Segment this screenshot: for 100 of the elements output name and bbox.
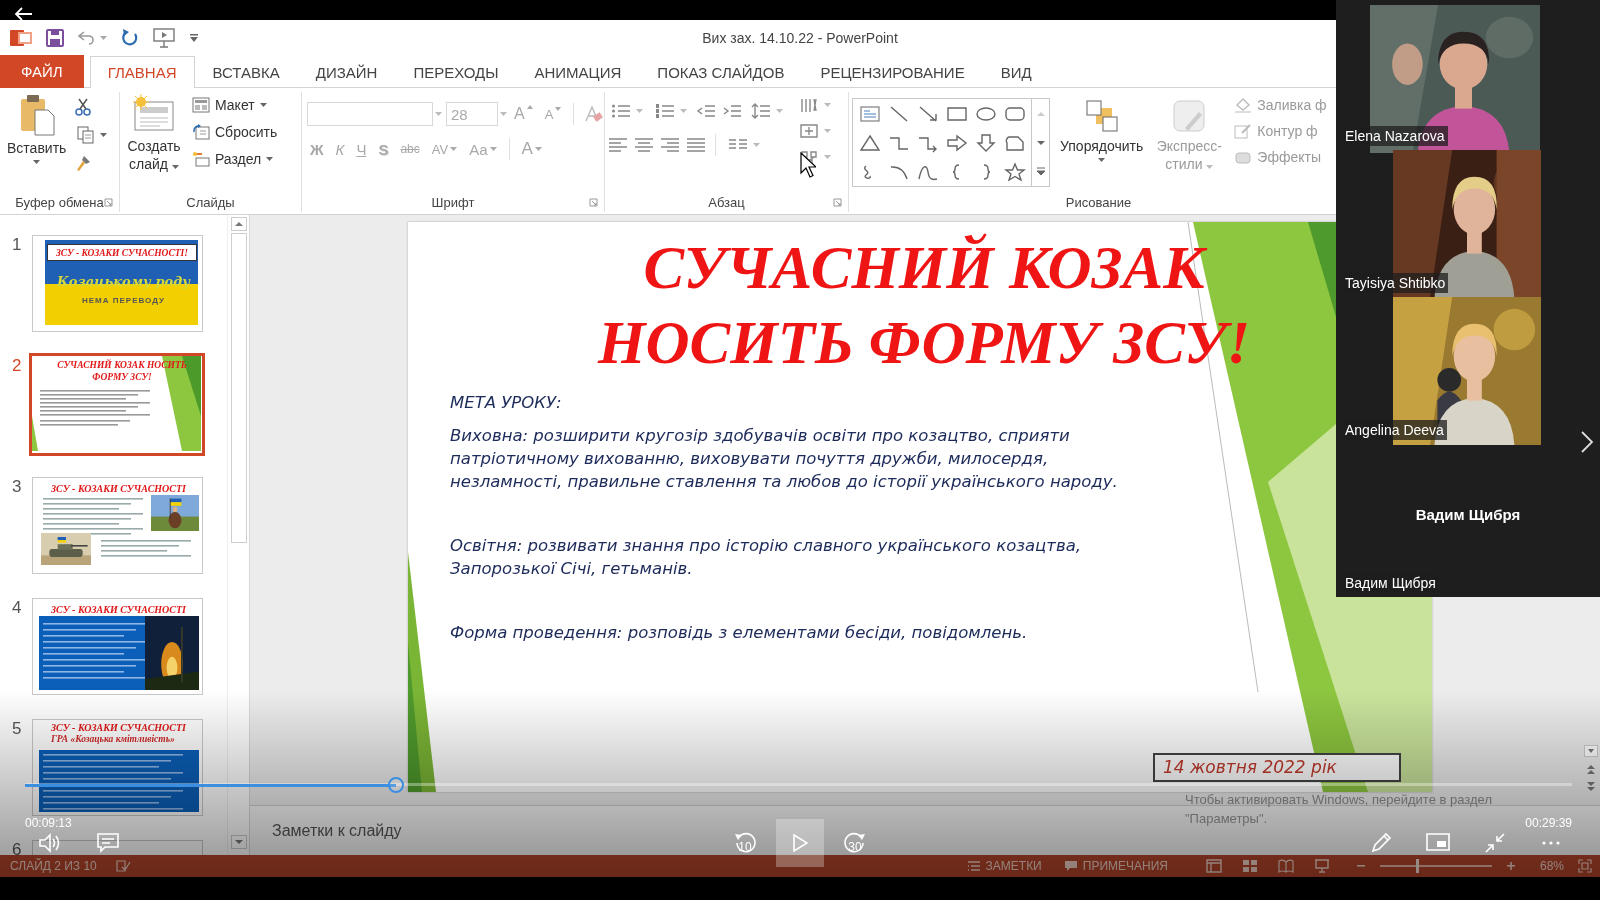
spell-check-icon[interactable]	[114, 859, 131, 873]
caret-icon	[534, 147, 542, 151]
thumbnail-caption: НЕМА ПЕРЕВОДУ	[81, 296, 166, 305]
reset-button[interactable]: Сбросить	[189, 123, 281, 141]
save-icon[interactable]	[46, 28, 64, 47]
caret-icon	[776, 109, 783, 113]
slideshow-icon[interactable]	[153, 27, 175, 48]
align-text-icon	[799, 123, 819, 139]
slide-number: 3	[11, 477, 23, 497]
ribbon-tab[interactable]: ПОКАЗ СЛАЙДОВ	[639, 56, 803, 88]
chevron-right-icon[interactable]	[1580, 430, 1594, 454]
paste-button[interactable]: Вставить	[3, 92, 71, 166]
pencil-outline-icon	[1234, 123, 1253, 139]
scroll-up-icon[interactable]	[230, 217, 247, 231]
slide-paragraph: Освітня: розвивати знання про історію славного українського козацтва, Запорозької Січі, гетьманів.	[450, 535, 1082, 580]
dialog-launcher-icon[interactable]	[104, 197, 113, 207]
volume-icon[interactable]	[38, 832, 62, 854]
format-painter-icon[interactable]	[74, 154, 93, 172]
ribbon-tab[interactable]: РЕЦЕНЗИРОВАНИЕ	[802, 56, 983, 88]
slide-number: 4	[11, 598, 23, 618]
ribbon-tab[interactable]: АНИМАЦИЯ	[516, 56, 640, 88]
ribbon-tab[interactable]: ВИД	[982, 56, 1050, 88]
effects-icon	[1234, 149, 1253, 165]
justify-icon[interactable]	[686, 137, 706, 153]
quick-styles-icon	[1171, 98, 1208, 134]
scroll-down-icon[interactable]	[1584, 745, 1598, 757]
shrink-icon[interactable]	[1484, 832, 1506, 854]
clipboard-icon[interactable]	[18, 94, 55, 136]
triangle-shape-icon[interactable]	[857, 132, 882, 153]
dialog-launcher-icon[interactable]	[833, 197, 842, 207]
smartart-icon	[799, 149, 819, 165]
caret-icon	[171, 165, 179, 169]
new-slide-icon	[132, 94, 176, 134]
slide-number: 5	[11, 719, 23, 739]
notes-field[interactable]: Заметки к слайду	[270, 820, 670, 841]
align-right-icon[interactable]	[660, 137, 680, 153]
caret-icon	[100, 35, 107, 40]
participant-name: Вадим Щибря	[1415, 506, 1521, 523]
slideshow-view-icon[interactable]	[1313, 859, 1330, 873]
captions-icon[interactable]	[96, 832, 120, 854]
textbox-shape-icon[interactable]	[857, 103, 882, 124]
group-label: Слайды	[186, 194, 235, 210]
play-button[interactable]	[776, 819, 824, 867]
redo-icon[interactable]	[121, 28, 139, 47]
slide-number: 1	[11, 235, 23, 255]
picture-in-picture-icon[interactable]	[1426, 832, 1450, 852]
group-label: Шрифт	[431, 194, 475, 210]
rewind-button[interactable]: 10	[721, 819, 769, 867]
align-center-icon[interactable]	[634, 137, 654, 153]
zoom-in-icon[interactable]	[1505, 861, 1516, 871]
section-button[interactable]: Раздел	[189, 150, 281, 168]
ribbon-tab[interactable]: ДИЗАЙН	[297, 56, 396, 88]
caret-icon	[259, 103, 267, 107]
up-caret-icon	[526, 105, 533, 109]
forward-button[interactable]: 30	[831, 819, 879, 867]
slide-thumbnail[interactable]: ЗСУ - КОЗАКИ СУЧАСНОСТІ	[32, 598, 203, 695]
participant-name: Tayisiya Shtibko	[1342, 273, 1449, 293]
cursor-icon	[800, 152, 816, 178]
comments-button[interactable]: ПРИМЕЧАНИЯ	[1063, 859, 1168, 873]
layout-button[interactable]: Макет	[189, 96, 281, 114]
play-icon	[792, 834, 808, 852]
dialog-launcher-icon[interactable]	[589, 197, 598, 207]
star-shape-icon[interactable]	[1002, 161, 1027, 182]
slide-thumbnail[interactable]: ЗСУ - КОЗАКИ СУЧАСНОСТІ	[32, 477, 203, 574]
activation-notice: Чтобы активировать Windows, перейдите в раздел "Параметры".	[1185, 791, 1492, 828]
reset-icon	[192, 124, 210, 140]
slide-thumbnail[interactable]: ЗСУ - КОЗАКИ СУЧАСНОСТІ ГРА «Козацька кмітливість»	[32, 719, 203, 816]
cut-icon[interactable]	[74, 98, 93, 116]
new-slide-button[interactable]: Создать слайд	[123, 92, 185, 175]
slide-paragraph: Форма проведення: розповідь з елементами бесіди, повідомлень.	[450, 622, 1028, 644]
progress-handle[interactable]	[388, 777, 405, 793]
file-tab[interactable]: ФАЙЛ	[0, 55, 84, 88]
customize-caret-icon[interactable]	[189, 32, 199, 43]
pen-icon[interactable]	[1370, 832, 1392, 854]
right-arrow-shape-icon[interactable]	[944, 132, 969, 153]
slide-sorter-icon[interactable]	[1241, 859, 1258, 873]
reading-view-icon[interactable]	[1277, 859, 1294, 873]
slide-paragraph: Виховна: розширити кругозір здобувачів освіти про козацтво, сприяти патріотичному вихованню, виховувати почуття дружби, милосердя, незламності, правильне ставлення та любов до історії українського народу.	[450, 425, 1118, 493]
text-direction-icon	[799, 97, 819, 113]
numbering-icon	[655, 103, 675, 119]
align-left-icon[interactable]	[608, 137, 628, 153]
ribbon-tab[interactable]: ГЛАВНАЯ	[89, 56, 195, 88]
scroll-down-icon[interactable]	[230, 835, 247, 849]
increase-indent-icon[interactable]	[722, 103, 742, 119]
notes-button[interactable]: ЗАМЕТКИ	[966, 859, 1042, 873]
undo-icon[interactable]	[78, 30, 96, 45]
thumbnail-title: ЗСУ - КОЗАКИ СУЧАСНОСТІ	[51, 722, 186, 733]
ribbon-tab[interactable]: ПЕРЕХОДЫ	[395, 56, 517, 88]
ribbon-tab[interactable]: ВСТАВКА	[194, 56, 298, 88]
scrollbar-thumb[interactable]	[230, 233, 247, 543]
app-logo-icon[interactable]	[10, 27, 32, 48]
arrange-button[interactable]: Упорядочить	[1056, 92, 1148, 164]
slide-number: 6	[11, 840, 23, 855]
slider-thumb[interactable]	[1415, 859, 1419, 873]
back-icon[interactable]	[14, 6, 34, 22]
decrease-indent-icon[interactable]	[696, 103, 716, 119]
fit-to-window-icon[interactable]	[1578, 859, 1592, 873]
caret-icon	[450, 147, 458, 151]
total-duration: 00:29:39	[1525, 816, 1572, 831]
normal-view-icon[interactable]	[1205, 859, 1222, 873]
